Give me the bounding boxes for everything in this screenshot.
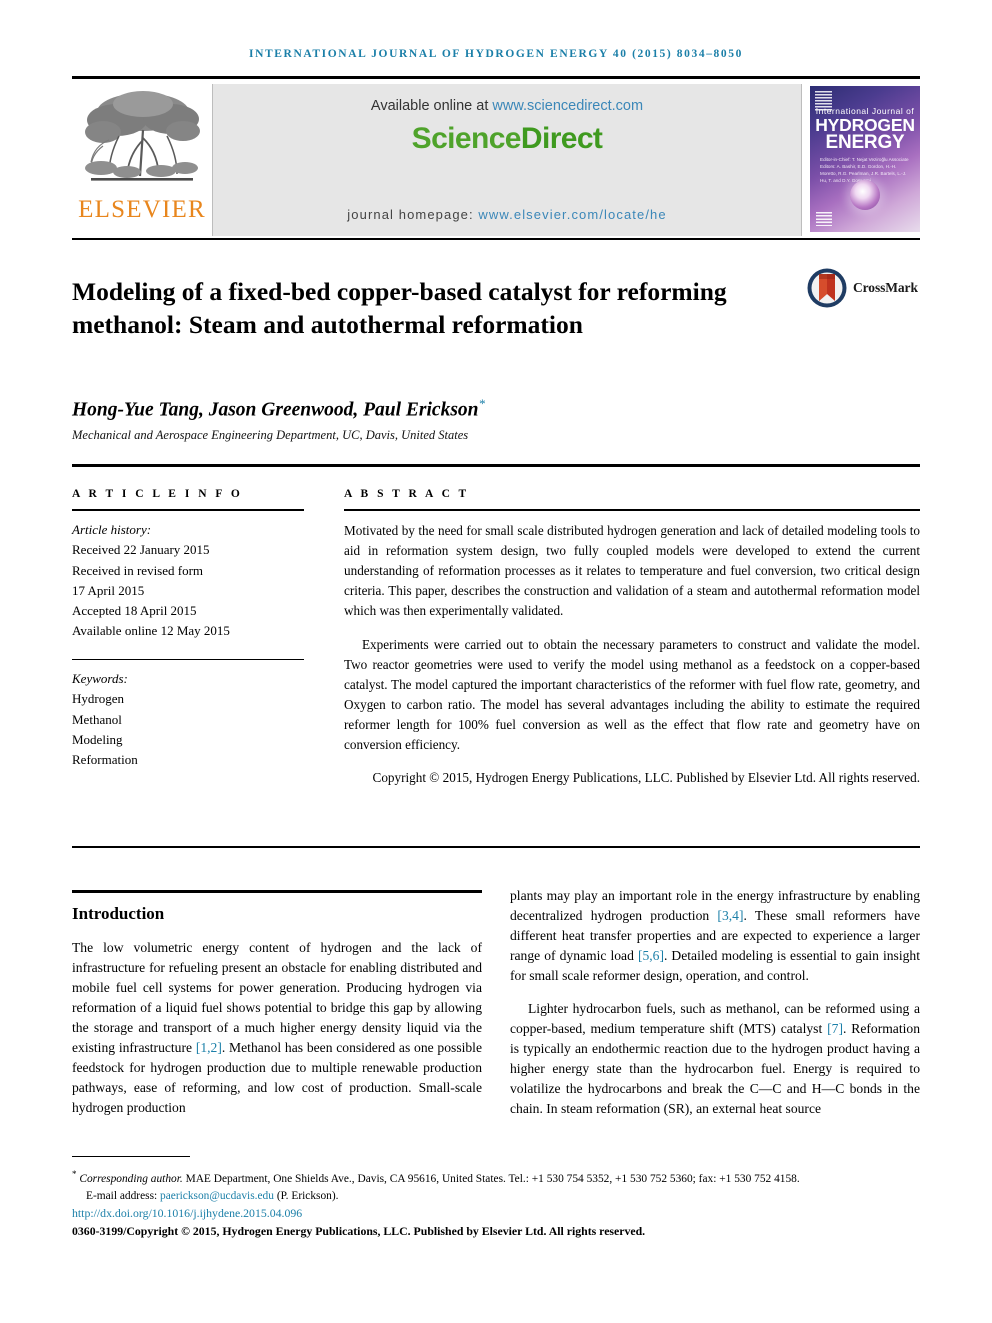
abstract-copyright: Copyright © 2015, Hydrogen Energy Public… [372, 770, 920, 786]
journal-cover-image: International Journal of HYDROGEN ENERGY… [810, 86, 920, 232]
body-paragraph: Lighter hydrocarbon fuels, such as metha… [510, 999, 920, 1119]
doi-link[interactable]: http://dx.doi.org/10.1016/j.ijhydene.201… [72, 1205, 920, 1223]
citation-link[interactable]: [3,4] [717, 908, 743, 923]
issn-copyright-line: 0360-3199/Copyright © 2015, Hydrogen Ene… [72, 1223, 646, 1238]
abstract-divider [344, 509, 920, 511]
running-head: INTERNATIONAL JOURNAL OF HYDROGEN ENERGY… [249, 48, 743, 60]
cover-journal-title-line2: ENERGY [825, 132, 905, 153]
article-history-item: Accepted 18 April 2015 [72, 603, 197, 619]
email-note: E-mail address: paerickson@ucdavis.edu (… [72, 1188, 920, 1205]
abstract-column: A B S T R A C T Motivated by the need fo… [344, 488, 920, 788]
article-history-item: Available online 12 May 2015 [72, 623, 230, 639]
body-top-rule [72, 846, 920, 848]
elsevier-tree-icon [85, 91, 200, 181]
available-online-line: Available online at www.sciencedirect.co… [213, 98, 801, 114]
header-rule [72, 76, 920, 79]
email-owner: (P. Erickson). [276, 1189, 339, 1202]
corresponding-author-note: * Corresponding author. MAE Department, … [72, 1168, 920, 1188]
author-names: Hong-Yue Tang, Jason Greenwood, Paul Eri… [72, 399, 479, 421]
email-link[interactable]: paerickson@ucdavis.edu [160, 1190, 274, 1202]
article-history-label: Article history: [72, 522, 152, 537]
page-title: Modeling of a fixed-bed copper-based cat… [72, 277, 727, 340]
sciencedirect-logo[interactable]: ScienceDirect [213, 122, 801, 156]
section-heading-rule [72, 890, 482, 893]
cover-orb-graphic [850, 180, 880, 210]
corresponding-author-marker[interactable]: * [479, 396, 486, 411]
elsevier-wordmark: ELSEVIER [78, 196, 206, 223]
keywords-divider [72, 658, 304, 661]
info-section-rule [72, 464, 920, 467]
keyword-item: Modeling [72, 731, 123, 747]
article-info-divider [72, 509, 304, 511]
article-history-block: Article history: Received 22 January 201… [72, 520, 304, 642]
citation-link[interactable]: [7] [827, 1021, 843, 1036]
body-left-column: Introduction The low volumetric energy c… [72, 898, 482, 1131]
abstract-paragraph: Experiments were carried out to obtain t… [344, 636, 920, 752]
corresponding-author-label: Corresponding author. [79, 1172, 183, 1185]
citation-link[interactable]: [5,6] [638, 948, 664, 963]
crossmark-icon [807, 268, 847, 308]
sciencedirect-url[interactable]: www.sciencedirect.com [492, 98, 643, 114]
keyword-item: Hydrogen [72, 691, 124, 707]
cover-sciencedirect-mini [816, 212, 835, 226]
footnote-rule [72, 1156, 190, 1158]
keywords-label: Keywords: [72, 671, 128, 687]
section-heading-introduction: Introduction [72, 904, 165, 923]
sciencedirect-logo-direct: Direct [520, 122, 603, 155]
footnote-block: * Corresponding author. MAE Department, … [72, 1168, 920, 1240]
article-history-item: Received 22 January 2015 [72, 542, 210, 558]
keyword-item: Methanol [72, 711, 122, 727]
footnote-star-marker: * [72, 1169, 77, 1179]
journal-cover-thumbnail[interactable]: International Journal of HYDROGEN ENERGY… [802, 84, 920, 236]
body-paragraph: The low volumetric energy content of hyd… [72, 938, 482, 1118]
email-label: E-mail address: [86, 1189, 158, 1202]
author-list: Hong-Yue Tang, Jason Greenwood, Paul Eri… [72, 396, 872, 422]
crossmark-badge[interactable]: CrossMark [806, 258, 920, 318]
masthead: ELSEVIER Available online at www.science… [72, 84, 920, 236]
journal-homepage-url[interactable]: www.elsevier.com/locate/he [478, 207, 666, 222]
elsevier-logo: ELSEVIER [72, 84, 212, 236]
sciencedirect-banner: Available online at www.sciencedirect.co… [212, 84, 802, 236]
journal-homepage-label: journal homepage: [347, 207, 474, 222]
article-info-heading: A R T I C L E I N F O [72, 488, 243, 500]
article-info-column: A R T I C L E I N F O Article history: R… [72, 488, 304, 770]
article-history-item: 17 April 2015 [72, 582, 145, 598]
cover-barcode-icon [816, 212, 832, 226]
available-online-label: Available online at [370, 98, 489, 114]
journal-article-page: INTERNATIONAL JOURNAL OF HYDROGEN ENERGY… [0, 0, 992, 1323]
abstract-heading: A B S T R A C T [344, 488, 470, 500]
citation-link[interactable]: [1,2] [196, 1040, 222, 1055]
keyword-item: Reformation [72, 752, 138, 768]
article-history-item: Received in revised form [72, 562, 204, 578]
body-text-run: The low volumetric energy content of hyd… [72, 940, 482, 1055]
crossmark-label: CrossMark [853, 280, 918, 295]
affiliation: Mechanical and Aerospace Engineering Dep… [72, 428, 469, 442]
abstract-paragraph: Motivated by the need for small scale di… [344, 523, 920, 619]
masthead-rule [72, 238, 920, 240]
journal-homepage-line: journal homepage: www.elsevier.com/locat… [213, 207, 801, 222]
sciencedirect-logo-science: Science [411, 122, 522, 155]
corresponding-author-address: MAE Department, One Shields Ave., Davis,… [182, 1172, 800, 1185]
body-right-column: plants may play an important role in the… [510, 886, 920, 1133]
body-paragraph: plants may play an important role in the… [510, 886, 920, 986]
keywords-block: Keywords: Hydrogen Methanol Modeling Ref… [72, 669, 304, 770]
